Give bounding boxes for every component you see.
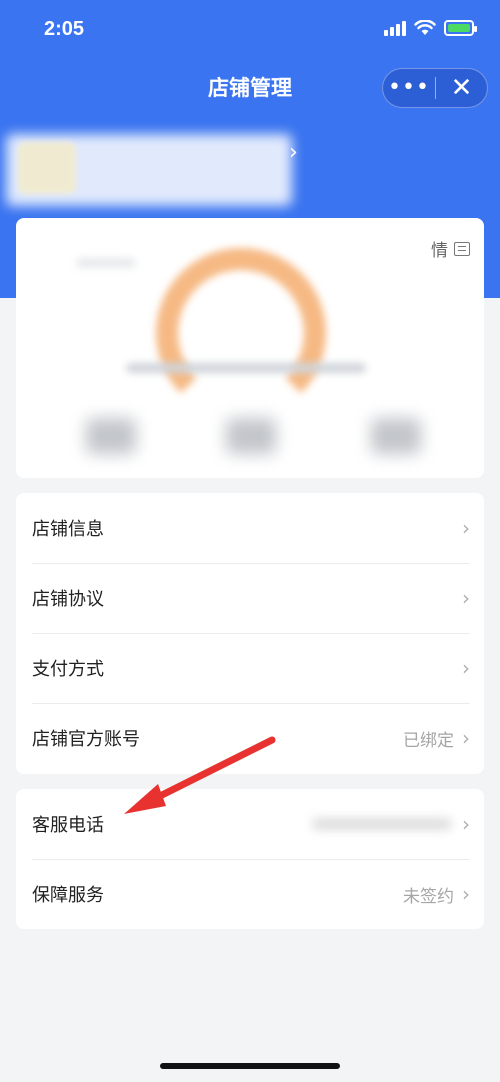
status-bar: 2:05 xyxy=(0,0,500,64)
menu-item-label: 店铺协议 xyxy=(32,589,104,610)
shop-profile-row[interactable] xyxy=(0,128,300,206)
chevron-right-icon: › xyxy=(462,586,470,610)
home-indicator xyxy=(160,1063,340,1069)
stat-block xyxy=(226,418,276,454)
shop-stats-card: 情 xyxy=(16,218,484,478)
chevron-right-icon: › xyxy=(462,812,470,836)
shop-avatar xyxy=(18,142,76,194)
chevron-right-icon: › xyxy=(462,516,470,540)
menu-item-guarantee-service[interactable]: 保障服务 未签约 › xyxy=(16,859,484,929)
chevron-right-icon: › xyxy=(462,726,470,750)
menu-item-label: 店铺官方账号 xyxy=(32,729,140,750)
menu-item-label: 支付方式 xyxy=(32,659,104,680)
menu-item-label: 客服电话 xyxy=(32,815,104,836)
score-gauge xyxy=(156,248,326,418)
status-time: 2:05 xyxy=(44,18,85,40)
wifi-icon xyxy=(414,20,436,35)
chevron-right-icon[interactable]: › xyxy=(289,140,298,165)
phone-number-blurred xyxy=(312,818,452,830)
menu-item-customer-service-phone[interactable]: 客服电话 › xyxy=(16,789,484,859)
stat-block xyxy=(86,418,136,454)
status-icons xyxy=(384,20,477,36)
menu-item-label: 保障服务 xyxy=(32,885,104,906)
detail-link[interactable]: 情 xyxy=(431,236,470,261)
stats-header-blurred xyxy=(76,258,136,268)
shop-settings-card: 店铺信息 › 店铺协议 › 支付方式 › 店铺官方账号 已绑定 › xyxy=(16,493,484,774)
menu-item-payment-method[interactable]: 支付方式 › xyxy=(16,633,484,703)
document-icon xyxy=(454,241,470,256)
official-account-status: 已绑定 xyxy=(403,730,454,751)
guarantee-status: 未签约 xyxy=(403,886,454,907)
stat-block xyxy=(371,418,421,454)
service-settings-card: 客服电话 › 保障服务 未签约 › xyxy=(16,789,484,929)
menu-item-label: 店铺信息 xyxy=(32,519,104,540)
more-button[interactable]: ••• xyxy=(383,68,435,108)
chevron-right-icon: › xyxy=(462,882,470,906)
score-caption-blurred xyxy=(126,363,366,373)
battery-icon xyxy=(444,20,477,36)
menu-item-shop-agreement[interactable]: 店铺协议 › xyxy=(16,563,484,633)
miniprogram-capsule: ••• ✕ xyxy=(382,68,488,108)
detail-label: 情 xyxy=(431,241,448,261)
menu-item-shop-info[interactable]: 店铺信息 › xyxy=(16,493,484,563)
menu-item-official-account[interactable]: 店铺官方账号 已绑定 › xyxy=(16,703,484,773)
signal-icon xyxy=(384,20,406,36)
close-button[interactable]: ✕ xyxy=(436,68,487,108)
chevron-right-icon: › xyxy=(462,656,470,680)
